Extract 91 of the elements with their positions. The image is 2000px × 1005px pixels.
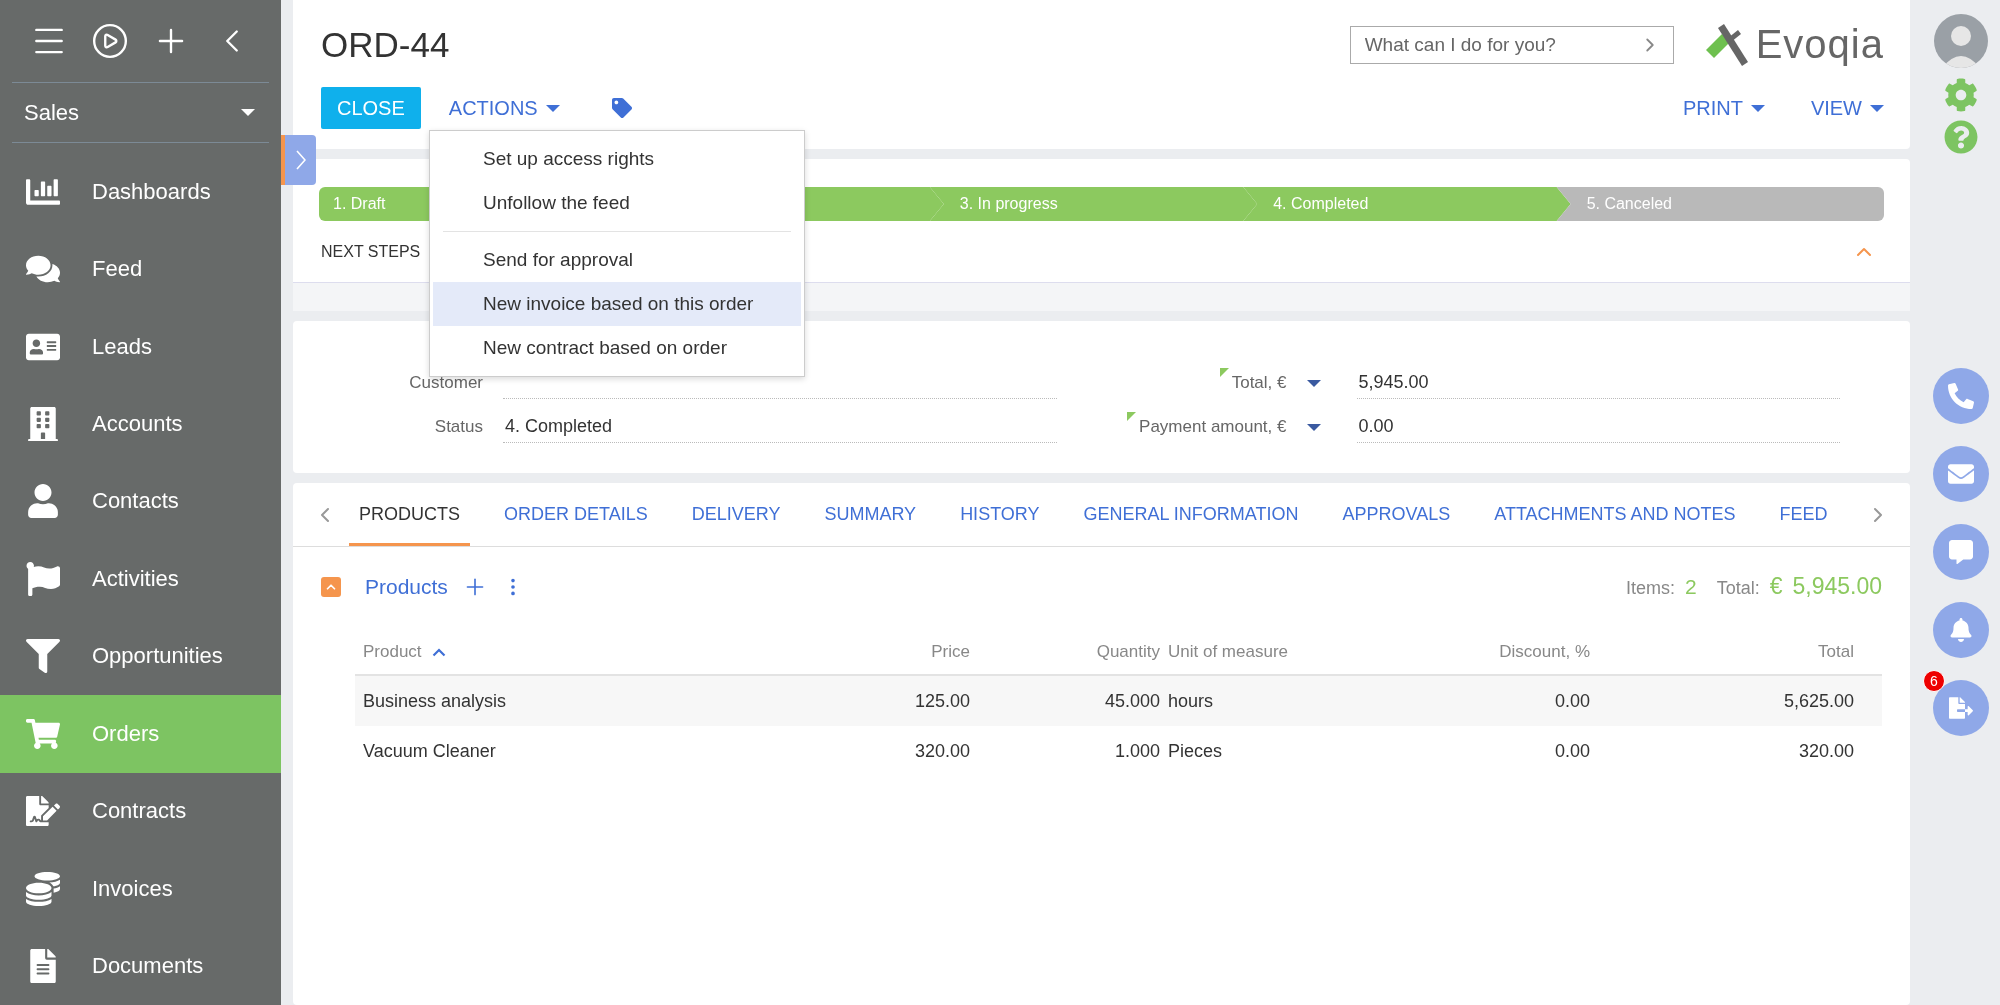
table-cell-text: Business analysis: [362, 690, 508, 712]
bell-icon: [1949, 618, 1973, 642]
menu-item[interactable]: Set up access rights: [433, 137, 801, 181]
sidebar-item[interactable]: Leads: [0, 307, 281, 386]
total-label: Total:: [1716, 578, 1760, 599]
cart-icon: [26, 716, 60, 751]
coins-icon: [26, 871, 60, 906]
sidebar-item[interactable]: Invoices: [0, 850, 281, 928]
menu-item[interactable]: New contract based on order: [433, 326, 801, 370]
user-avatar[interactable]: [1934, 14, 1988, 68]
play-button[interactable]: [91, 22, 129, 61]
caret-icon[interactable]: [1306, 379, 1321, 387]
speech-bubble-icon: [1949, 540, 1973, 564]
tab[interactable]: APPROVALS: [1332, 483, 1461, 546]
close-button[interactable]: CLOSE: [321, 87, 421, 129]
tab[interactable]: ORDER DETAILS: [494, 483, 658, 546]
table-cell-text: Pieces: [1167, 740, 1224, 762]
column-header[interactable]: Discount, %: [1410, 642, 1590, 662]
field-label: Customer: [408, 371, 484, 394]
chat-button[interactable]: [1933, 524, 1989, 580]
tag-icon[interactable]: [611, 98, 632, 118]
column-header[interactable]: Price: [780, 642, 970, 662]
field-value[interactable]: 5,945.00: [1356, 367, 1840, 399]
table-cell-text: 125.00: [913, 690, 970, 712]
sidebar-item[interactable]: Feed: [0, 230, 281, 308]
tab[interactable]: SUMMARY: [814, 483, 927, 546]
table-cell-text: 1.000: [1113, 740, 1160, 762]
table-cell-text: hours: [1167, 690, 1215, 712]
sidebar-item[interactable]: Opportunities: [0, 617, 281, 696]
tab[interactable]: GENERAL INFORMATION: [1073, 483, 1309, 546]
table-cell-text: 45.000: [1103, 690, 1160, 712]
caret-icon[interactable]: [1306, 423, 1321, 431]
collapse-button[interactable]: [321, 576, 341, 597]
expand-panel-button[interactable]: [281, 135, 316, 185]
phone-button[interactable]: [1933, 368, 1989, 424]
tab[interactable]: FEED: [1769, 483, 1838, 546]
signed-document-icon: [26, 794, 60, 829]
field-label: Payment amount, €: [1136, 415, 1307, 439]
field-value[interactable]: 4. Completed: [503, 411, 1057, 443]
flag-icon: [26, 561, 60, 596]
tab[interactable]: HISTORY: [950, 483, 1050, 546]
sidebar-item[interactable]: Contacts: [0, 462, 281, 541]
field-label: Status: [433, 415, 484, 438]
items-count: 2: [1684, 575, 1697, 599]
menu-dropdown-button[interactable]: VIEW: [1810, 96, 1884, 120]
menu-item[interactable]: Send for approval: [433, 238, 801, 282]
field-value[interactable]: 0.00: [1356, 411, 1840, 443]
menu-item[interactable]: New invoice based on this order: [433, 282, 801, 326]
table-cell-text: 0.00: [1553, 690, 1590, 712]
tab[interactable]: DELIVERY: [681, 483, 791, 546]
envelope-icon: [1948, 461, 1974, 487]
person-icon: [26, 484, 60, 519]
sidebar-item[interactable]: Contracts: [0, 772, 281, 851]
help-icon[interactable]: [1944, 120, 1978, 154]
sidebar-item[interactable]: Accounts: [0, 385, 281, 463]
table-cell-text: 320.00: [1797, 740, 1855, 762]
settings-icon[interactable]: [1944, 78, 1978, 112]
table-cell-text: 320.00: [913, 740, 970, 762]
column-header[interactable]: Unit of measure: [1160, 642, 1410, 662]
chevron-right-icon: [295, 150, 306, 170]
funnel-icon: [26, 639, 60, 674]
tab[interactable]: ATTACHMENTS AND NOTES: [1484, 483, 1746, 546]
field-label: Total, €: [1136, 371, 1307, 395]
column-header[interactable]: Quantity: [970, 642, 1160, 662]
section-dropdown[interactable]: Sales: [12, 83, 269, 143]
table-cell-text: Vacuum Cleaner: [362, 740, 497, 762]
email-button[interactable]: [1933, 446, 1989, 502]
menu-item[interactable]: Unfollow the feed: [433, 181, 801, 225]
record-title: ORD-44: [321, 24, 450, 65]
actions-button[interactable]: ACTIONS: [448, 96, 560, 120]
menu-dropdown-button[interactable]: PRINT: [1682, 96, 1765, 120]
items-label: Items:: [1625, 578, 1675, 599]
currency-sign: €: [1769, 573, 1783, 600]
sidebar-item[interactable]: Dashboards: [0, 152, 281, 231]
next-steps-tab[interactable]: NEXT STEPS: [321, 242, 421, 261]
total-amount: 5,945.00: [1792, 573, 1882, 600]
phone-icon: [1948, 383, 1974, 409]
sidebar-item[interactable]: Activities: [0, 540, 281, 618]
table-cell-text: 5,625.00: [1782, 690, 1855, 712]
column-header[interactable]: Total: [1590, 642, 1882, 662]
section-title: Products: [365, 574, 448, 599]
logo-text: Evoqia: [1755, 22, 1884, 67]
table-cell-text: 0.00: [1553, 740, 1590, 762]
notifications-button[interactable]: [1933, 602, 1989, 658]
search-bar[interactable]: What can I do for you?: [1349, 25, 1674, 64]
sidebar-item[interactable]: Documents: [0, 927, 281, 1005]
document-arrow-icon: [1949, 696, 1973, 720]
tab[interactable]: PRODUCTS: [349, 483, 470, 546]
building-icon: [26, 407, 60, 442]
count-badge: 6: [1923, 670, 1945, 692]
column-header[interactable]: Product: [355, 642, 780, 662]
